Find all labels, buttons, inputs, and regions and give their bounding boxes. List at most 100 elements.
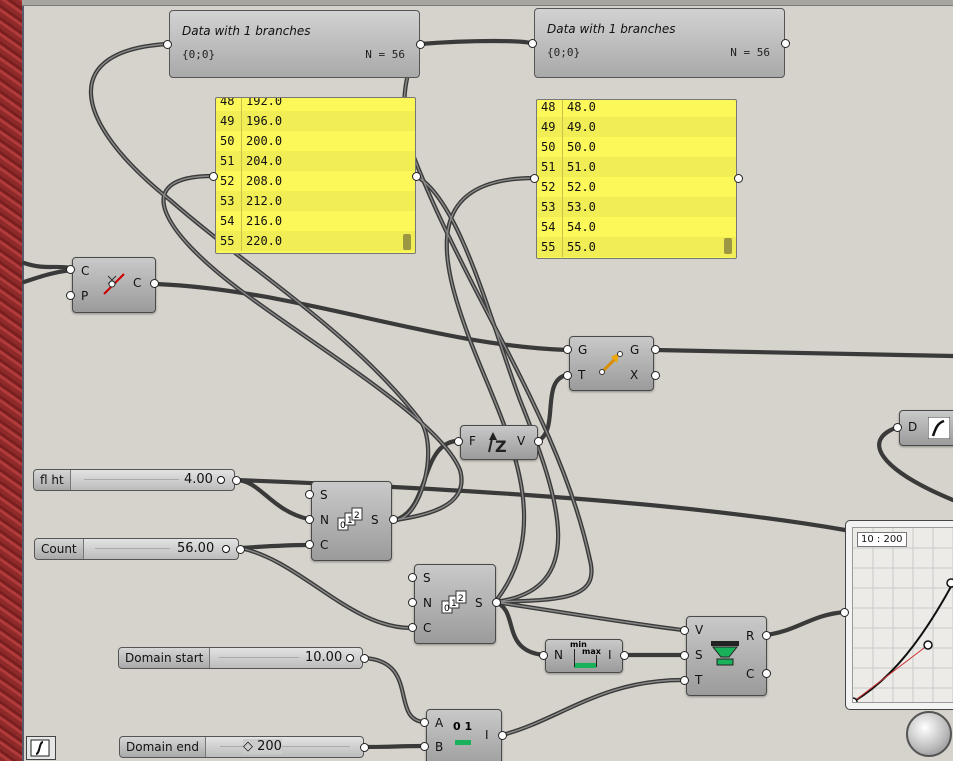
slider-track[interactable] bbox=[219, 657, 299, 658]
port-b: B bbox=[435, 740, 444, 754]
closest-point-component[interactable]: C P C bbox=[72, 257, 156, 313]
grip[interactable] bbox=[360, 654, 369, 663]
port-s: S bbox=[695, 648, 703, 662]
svg-text:0: 0 bbox=[340, 521, 346, 531]
slider-knob[interactable] bbox=[346, 654, 354, 662]
panel-2-output-grip[interactable] bbox=[781, 39, 790, 48]
list-item: 51 204.0 bbox=[216, 151, 415, 171]
grip[interactable] bbox=[893, 423, 902, 432]
grip[interactable] bbox=[305, 515, 314, 524]
slider-label: Count bbox=[35, 539, 84, 559]
yellow-left-input-grip[interactable] bbox=[209, 172, 218, 181]
panel-1-output-grip[interactable] bbox=[416, 40, 425, 49]
grip[interactable] bbox=[66, 291, 75, 300]
slider-track[interactable] bbox=[84, 479, 179, 480]
list-item: 52 52.0 bbox=[537, 177, 736, 197]
grip[interactable] bbox=[840, 608, 849, 617]
unit-z-component[interactable]: F V Z bbox=[460, 425, 538, 460]
yellow-right-input-grip[interactable] bbox=[530, 174, 539, 183]
list-item: 53 212.0 bbox=[216, 191, 415, 211]
grip[interactable] bbox=[305, 540, 314, 549]
grip[interactable] bbox=[563, 345, 572, 354]
slider-domain-start[interactable]: Domain start 10.00 bbox=[118, 647, 363, 669]
slider-label: Domain start bbox=[119, 648, 211, 668]
graph-mapper[interactable]: 10 : 200 bbox=[845, 520, 953, 710]
slider-knob[interactable] bbox=[217, 476, 225, 484]
list-item: 49 49.0 bbox=[537, 117, 736, 137]
canvas-navigation-wheel[interactable] bbox=[906, 711, 952, 757]
yellow-panel-left[interactable]: 48 192.0 49 196.0 50 200.0 51 204.0 52 208.0 … bbox=[215, 97, 416, 254]
slider-count[interactable]: Count 56.00 bbox=[34, 538, 239, 560]
script-icon[interactable] bbox=[26, 736, 56, 760]
grip[interactable] bbox=[680, 651, 689, 660]
grip[interactable] bbox=[539, 651, 548, 660]
port-v-out: V bbox=[517, 434, 526, 448]
series-component-2[interactable]: S N C S 0 1 2 bbox=[414, 564, 496, 644]
grip[interactable] bbox=[150, 279, 159, 288]
grip[interactable] bbox=[66, 265, 75, 274]
port-c: C bbox=[320, 538, 329, 552]
slider-track[interactable] bbox=[220, 746, 350, 747]
grip[interactable] bbox=[651, 345, 660, 354]
slider-knob[interactable] bbox=[222, 545, 230, 553]
port-p: P bbox=[81, 289, 89, 303]
graph-area[interactable]: 10 : 200 bbox=[852, 527, 953, 703]
grip[interactable] bbox=[762, 669, 771, 678]
remap-component[interactable]: V S T R C bbox=[686, 616, 767, 696]
grip[interactable] bbox=[305, 490, 314, 499]
grip[interactable] bbox=[680, 626, 689, 635]
list-item: 55 55.0 bbox=[537, 237, 736, 257]
port-a: A bbox=[435, 716, 444, 730]
slider-value: 10.00 bbox=[305, 650, 343, 665]
grip[interactable] bbox=[420, 742, 429, 751]
construct-domain-component[interactable]: A B I 0 1 bbox=[426, 709, 502, 761]
grip[interactable] bbox=[420, 718, 429, 727]
yellow-panel-right[interactable]: 48 48.0 49 49.0 50 50.0 51 51.0 52 52.0 53 53.… bbox=[536, 99, 737, 259]
slider-track[interactable] bbox=[95, 548, 170, 549]
port-r-out: R bbox=[746, 629, 755, 643]
slider-domain-end[interactable]: Domain end ◇ 200 bbox=[119, 736, 364, 758]
yellow-right-output-grip[interactable] bbox=[734, 174, 743, 183]
grip[interactable] bbox=[232, 476, 241, 485]
grip[interactable] bbox=[454, 437, 463, 446]
data-panel-2[interactable]: Data with 1 branches {0;0} N = 56 bbox=[534, 8, 785, 78]
grip[interactable] bbox=[389, 515, 398, 524]
panel-2-input-grip[interactable] bbox=[528, 39, 537, 48]
grip[interactable] bbox=[360, 743, 369, 752]
grip[interactable] bbox=[534, 437, 543, 446]
port-c: C bbox=[81, 264, 90, 278]
grip[interactable] bbox=[498, 731, 507, 740]
panel-scrollbar[interactable] bbox=[724, 238, 732, 254]
port-c-out: C bbox=[133, 276, 142, 290]
grip[interactable] bbox=[563, 371, 572, 380]
grasshopper-canvas[interactable]: Data with 1 branches {0;0} N = 56 Data w… bbox=[0, 0, 953, 761]
grip[interactable] bbox=[408, 623, 417, 632]
grip[interactable] bbox=[620, 651, 629, 660]
port-s: S bbox=[320, 488, 328, 502]
series-component-1[interactable]: S N C S 0 1 2 bbox=[311, 481, 392, 561]
data-panel-1[interactable]: Data with 1 branches {0;0} N = 56 bbox=[169, 10, 420, 78]
port-g-out: G bbox=[630, 343, 640, 357]
grip[interactable] bbox=[408, 573, 417, 582]
graph-mapper-d-component[interactable]: D bbox=[899, 410, 953, 446]
bounds-component[interactable]: N I min max bbox=[545, 639, 623, 673]
port-c-out: C bbox=[746, 667, 755, 681]
move-component[interactable]: G T G X bbox=[569, 336, 654, 391]
grip[interactable] bbox=[651, 371, 660, 380]
yellow-left-output-grip[interactable] bbox=[412, 172, 421, 181]
port-n: N bbox=[320, 513, 329, 527]
port-t: T bbox=[578, 368, 586, 382]
grip[interactable] bbox=[408, 598, 417, 607]
graph-grid bbox=[853, 528, 953, 702]
grip[interactable] bbox=[762, 631, 771, 640]
panel-scrollbar[interactable] bbox=[403, 234, 411, 250]
port-f: F bbox=[469, 434, 476, 448]
port-v: V bbox=[695, 623, 704, 637]
list-item: 48 192.0 bbox=[216, 98, 415, 111]
grip[interactable] bbox=[236, 545, 245, 554]
panel-1-input-grip[interactable] bbox=[163, 40, 172, 49]
grip[interactable] bbox=[492, 598, 501, 607]
grip[interactable] bbox=[680, 676, 689, 685]
slider-fl-ht[interactable]: fl ht 4.00 bbox=[33, 469, 235, 491]
list-item: 49 196.0 bbox=[216, 111, 415, 131]
